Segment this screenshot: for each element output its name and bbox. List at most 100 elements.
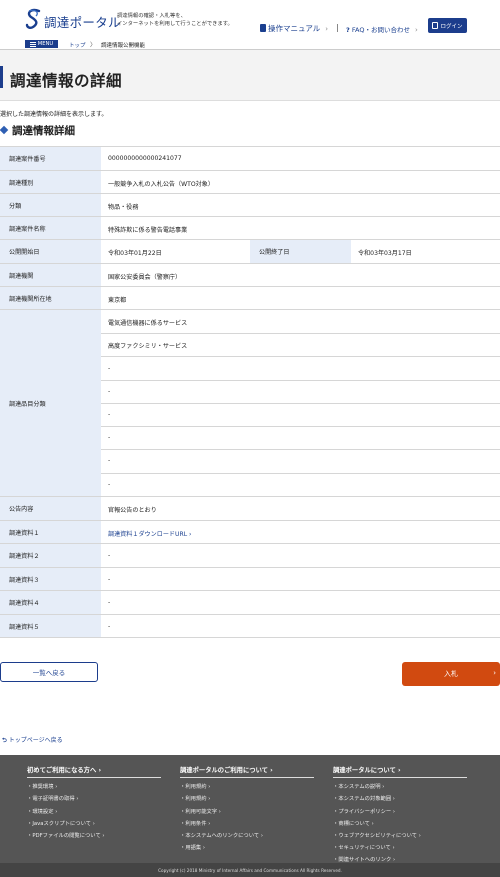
bid-label: 入札 — [444, 670, 458, 678]
table-row: 調達機関所在地 東京都 — [0, 287, 500, 310]
footer-link[interactable]: ・用語集 › — [180, 843, 314, 851]
table-row: 調達案件番号 0000000000000241077 — [0, 147, 500, 171]
name-value: 特殊詐欺に係る警告電話事業 — [108, 227, 188, 234]
site-tagline: 調達情報の確認・入札等を、 インターネットを利用して行うことができます。 — [117, 12, 233, 28]
table-row: 調達資料３ - — [0, 568, 500, 591]
book-icon — [260, 24, 266, 32]
item-class-value: - — [108, 388, 111, 395]
table-row: 調達資料２ - — [0, 544, 500, 568]
notice-label: 公告内容 — [0, 497, 101, 520]
footer-link-text: 利用規約 — [185, 784, 207, 791]
footer-heading[interactable]: 調達ポータルについて › — [333, 765, 467, 778]
footer-link[interactable]: ・本システムの説明 › — [333, 782, 467, 790]
sub-divider — [101, 356, 500, 357]
back-to-top-link[interactable]: ⮌ トップページへ戻る — [2, 735, 63, 746]
footer-link[interactable]: ・推奨環境 › — [27, 782, 161, 790]
tagline-line-2: インターネットを利用して行うことができます。 — [117, 21, 233, 27]
header-divider — [337, 24, 338, 32]
footer-link-text: 本システムの説明 — [338, 784, 381, 791]
page-title: 調達情報の詳細 — [10, 72, 123, 90]
footer-link[interactable]: ・電子証明書の取得 › — [27, 794, 161, 802]
footer-link-text: ウェブアクセシビリティについて — [338, 832, 418, 839]
doc2-value: - — [108, 552, 111, 559]
footer-heading-text: 調達ポータルのご利用について — [180, 767, 268, 774]
doc5-label: 調達資料５ — [0, 615, 101, 637]
return-arrow-icon: ⮌ — [2, 737, 7, 744]
doc4-label: 調達資料４ — [0, 591, 101, 614]
bid-button[interactable]: 入札 › — [402, 662, 500, 686]
table-row: 調達資料４ - — [0, 591, 500, 615]
footer-link[interactable]: ・プライバシーポリシー › — [333, 807, 467, 815]
footer-link[interactable]: ・セキュリティについて › — [333, 843, 467, 851]
section-title: 調達情報詳細 — [12, 125, 75, 137]
footer-link-text: セキュリティについて — [338, 845, 391, 852]
breadcrumb-home[interactable]: トップ — [69, 41, 86, 49]
login-button[interactable]: ログイン — [428, 18, 467, 33]
copyright: Copyright (c) 2018 Ministry of Internal … — [0, 863, 500, 877]
page-description: 選択した調達情報の詳細を表示します。 — [0, 111, 108, 118]
details-table: 調達案件番号 0000000000000241077 調達種別 一般競争入札の入… — [0, 146, 500, 638]
doc5-value: - — [108, 623, 111, 630]
footer-link[interactable]: ・商標について › — [333, 819, 467, 827]
footer-link[interactable]: ・利用規約 › — [180, 794, 314, 802]
footer-link[interactable]: ・ウェブアクセシビリティについて › — [333, 831, 467, 839]
menu-label: MENU — [37, 41, 54, 47]
sub-divider — [101, 449, 500, 450]
menu-bar: MENU トップ 〉 調達情報公開機能 — [0, 38, 500, 50]
footer-link[interactable]: ・利用可能文字 › — [180, 807, 314, 815]
chevron-right-icon: › — [325, 25, 329, 33]
site-logo[interactable]: 調達ポータル — [25, 8, 121, 30]
footer-link-text: プライバシーポリシー — [338, 808, 392, 815]
footer-link[interactable]: ・本システムへのリンクについて › — [180, 831, 314, 839]
tagline-line-1: 調達情報の確認・入札等を、 — [117, 13, 186, 19]
sub-divider — [101, 333, 500, 334]
hamburger-icon — [29, 41, 36, 47]
footer-link[interactable]: ・利用条件 › — [180, 819, 314, 827]
table-row: 公告内容 官報公告のとおり — [0, 497, 500, 521]
footer-link-text: PDFファイルの閲覧について — [32, 832, 101, 839]
category-label: 分類 — [0, 194, 101, 216]
footer-link[interactable]: ・環境設定 › — [27, 807, 161, 815]
sub-divider — [101, 380, 500, 381]
start-date-label: 公開開始日 — [0, 240, 101, 263]
doc1-link-text: 調達資料１ダウンロードURL — [108, 531, 188, 538]
footer-link[interactable]: ・PDFファイルの閲覧について › — [27, 831, 161, 839]
item-class-value: 高度ファクシミリ・サービス — [108, 343, 188, 350]
footer-column-about: 調達ポータルについて › ・本システムの説明 › ・本システムの対象範囲 › ・… — [333, 765, 467, 863]
footer-heading-text: 調達ポータルについて — [333, 767, 396, 774]
footer-link[interactable]: ・Javaスクリプトについて › — [27, 819, 161, 827]
breadcrumb-current: 調達情報公開機能 — [101, 43, 146, 49]
login-label: ログイン — [440, 23, 463, 30]
sub-divider — [101, 473, 500, 474]
breadcrumb-separator: 〉 — [90, 42, 97, 49]
footer-link[interactable]: ・利用規約 › — [180, 782, 314, 790]
footer-link-text: Javaスクリプトについて — [32, 820, 92, 827]
menu-button[interactable]: MENU — [25, 40, 58, 48]
faq-link[interactable]: ? FAQ・お問い合わせ › — [346, 24, 418, 34]
footer-link[interactable]: ・本システムの対象範囲 › — [333, 794, 467, 802]
footer-link-text: 利用可能文字 — [185, 808, 218, 815]
chevron-right-icon: › — [414, 26, 418, 34]
footer-heading[interactable]: 初めてご利用になる方へ › — [27, 765, 161, 778]
back-to-list-button[interactable]: 一覧へ戻る — [0, 662, 98, 682]
table-row: 調達機関 国家公安委員会（警察庁） — [0, 264, 500, 287]
table-row: 公開開始日 令和03年01月22日 公開終了日 令和03年03月17日 — [0, 240, 500, 264]
agency-value: 国家公安委員会（警察庁） — [108, 274, 182, 281]
item-class-value: - — [108, 434, 111, 441]
footer-link-text: 商標について — [338, 820, 370, 827]
manual-label: 操作マニュアル — [268, 24, 321, 33]
footer-link-text: 本システムの対象範囲 — [338, 796, 392, 803]
start-date-value: 令和03年01月22日 — [108, 250, 162, 257]
footer-heading[interactable]: 調達ポータルのご利用について › — [180, 765, 314, 778]
sub-divider — [101, 403, 500, 404]
table-row: 調達品目分類 電気通信機器に係るサービス 高度ファクシミリ・サービス - - -… — [0, 310, 500, 497]
location-label: 調達機関所在地 — [0, 287, 101, 309]
doc2-label: 調達資料２ — [0, 544, 101, 567]
type-label: 調達種別 — [0, 171, 101, 193]
doc1-download-link[interactable]: 調達資料１ダウンロードURL › — [108, 529, 192, 538]
name-label: 調達案件名称 — [0, 217, 101, 239]
page-title-band: 調達情報の詳細 — [0, 50, 500, 101]
table-row: 調達資料５ - — [0, 615, 500, 638]
manual-link[interactable]: 操作マニュアル › — [260, 23, 328, 34]
category-value: 物品・役務 — [108, 204, 139, 211]
